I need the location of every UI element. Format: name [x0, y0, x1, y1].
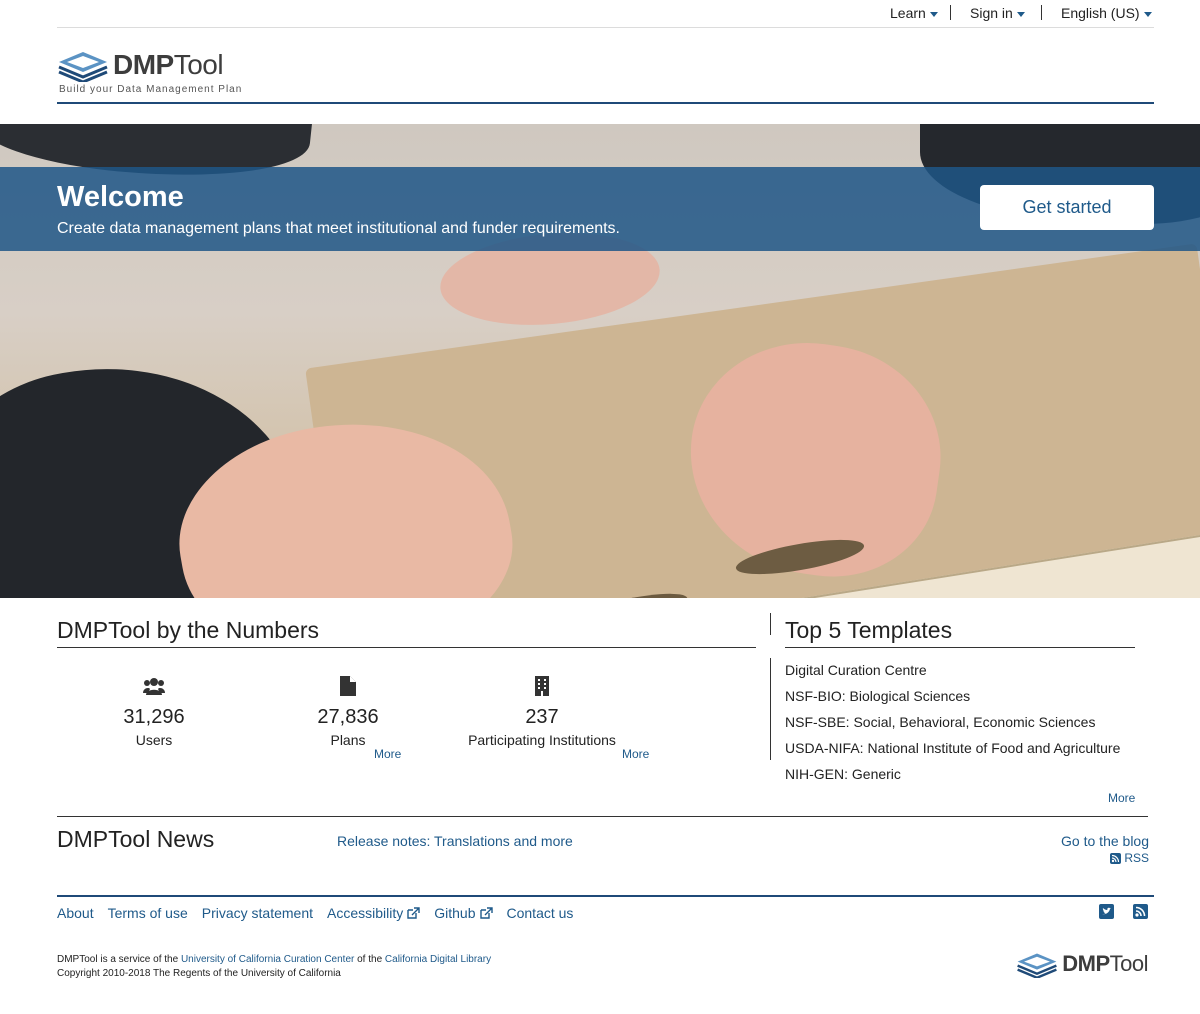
more-templates-link[interactable]: More — [1108, 791, 1135, 805]
twitter-link[interactable] — [1099, 904, 1114, 924]
stat-institutions: 237 Participating Institutions — [442, 676, 642, 748]
blog-link[interactable]: Go to the blog — [1061, 833, 1149, 849]
divider — [57, 647, 756, 648]
welcome-title: Welcome — [57, 181, 184, 213]
file-icon — [340, 676, 356, 696]
cdl-link[interactable]: California Digital Library — [385, 954, 491, 965]
divider — [785, 647, 1135, 648]
footer-links: About Terms of use Privacy statement Acc… — [57, 905, 573, 921]
stat-plans: 27,836 Plans — [248, 676, 448, 748]
github-link[interactable]: Github — [434, 905, 493, 921]
rss-label: RSS — [1124, 851, 1149, 865]
contact-link[interactable]: Contact us — [507, 905, 574, 921]
about-link[interactable]: About — [57, 905, 94, 921]
top-nav: Learn Sign in English (US) — [57, 0, 1154, 28]
templates-list: Digital Curation Centre NSF-BIO: Biologi… — [785, 660, 1120, 790]
divider — [770, 658, 771, 760]
external-link-icon — [407, 907, 420, 919]
twitter-icon — [1099, 904, 1114, 919]
list-item: Digital Curation Centre — [785, 662, 927, 678]
list-item: NSF-BIO: Biological Sciences — [785, 688, 971, 704]
users-count: 31,296 — [123, 706, 185, 728]
accessibility-label: Accessibility — [327, 905, 404, 921]
templates-title: Top 5 Templates — [785, 617, 953, 643]
brand-tagline: Build your Data Management Plan — [59, 84, 243, 95]
divider — [57, 816, 1148, 817]
numbers-title: DMPTool by the Numbers — [57, 617, 320, 643]
terms-link[interactable]: Terms of use — [108, 905, 188, 921]
rss-link[interactable]: RSS — [1110, 851, 1149, 865]
welcome-subtitle: Create data management plans that meet i… — [57, 220, 620, 237]
list-item: NIH-GEN: Generic — [785, 766, 901, 782]
plans-label: Plans — [330, 732, 366, 748]
footer-logo[interactable]: DMPTool — [1016, 950, 1149, 978]
news-title: DMPTool News — [57, 826, 215, 852]
nav-divider — [1041, 5, 1042, 20]
users-icon — [143, 678, 165, 695]
divider — [57, 895, 1154, 897]
site-logo[interactable]: DMPTool Build your Data Management Plan — [57, 48, 242, 95]
rss-icon — [1110, 852, 1122, 864]
uc3-link[interactable]: University of California Curation Center — [181, 954, 354, 965]
plans-count: 27,836 — [317, 706, 379, 728]
language-menu[interactable]: English (US) — [1061, 5, 1152, 21]
learn-label: Learn — [890, 5, 926, 21]
service-mid: of the — [354, 954, 385, 965]
sign-in-label: Sign in — [970, 5, 1013, 21]
brand-name: DMPTool — [1062, 951, 1148, 976]
learn-menu[interactable]: Learn — [890, 5, 938, 21]
language-label: English (US) — [1061, 5, 1140, 21]
users-label: Users — [135, 732, 173, 748]
caret-down-icon — [1016, 12, 1025, 17]
sign-in-menu[interactable]: Sign in — [970, 5, 1025, 21]
brand-name: DMPTool — [113, 49, 224, 80]
service-prefix: DMPTool is a service of the — [57, 954, 181, 965]
rss-icon — [1133, 904, 1148, 919]
building-icon — [535, 676, 549, 696]
institutions-label: Participating Institutions — [468, 732, 616, 748]
nav-divider — [950, 5, 951, 20]
more-plans-link[interactable]: More — [374, 747, 401, 761]
accessibility-link[interactable]: Accessibility — [327, 905, 420, 921]
stat-users: 31,296 Users — [54, 676, 254, 748]
news-article-link[interactable]: Release notes: Translations and more — [337, 833, 573, 849]
copyright: Copyright 2010-2018 The Regents of the U… — [57, 968, 341, 979]
list-item: NSF-SBE: Social, Behavioral, Economic Sc… — [785, 714, 1096, 730]
get-started-button[interactable]: Get started — [980, 185, 1154, 230]
list-item: USDA-NIFA: National Institute of Food an… — [785, 740, 1121, 756]
rss-footer-link[interactable] — [1133, 904, 1148, 924]
github-label: Github — [434, 905, 476, 921]
external-link-icon — [479, 907, 493, 919]
caret-down-icon — [929, 12, 938, 17]
divider — [770, 613, 771, 635]
footer-credits: DMPTool is a service of the University o… — [57, 953, 491, 981]
institutions-count: 237 — [525, 706, 559, 728]
caret-down-icon — [1143, 12, 1152, 17]
more-institutions-link[interactable]: More — [622, 747, 649, 761]
privacy-link[interactable]: Privacy statement — [202, 905, 313, 921]
site-header: DMPTool Build your Data Management Plan — [57, 28, 1154, 104]
dmptool-logo-icon — [1017, 953, 1058, 978]
dmptool-logo-icon — [58, 52, 108, 82]
